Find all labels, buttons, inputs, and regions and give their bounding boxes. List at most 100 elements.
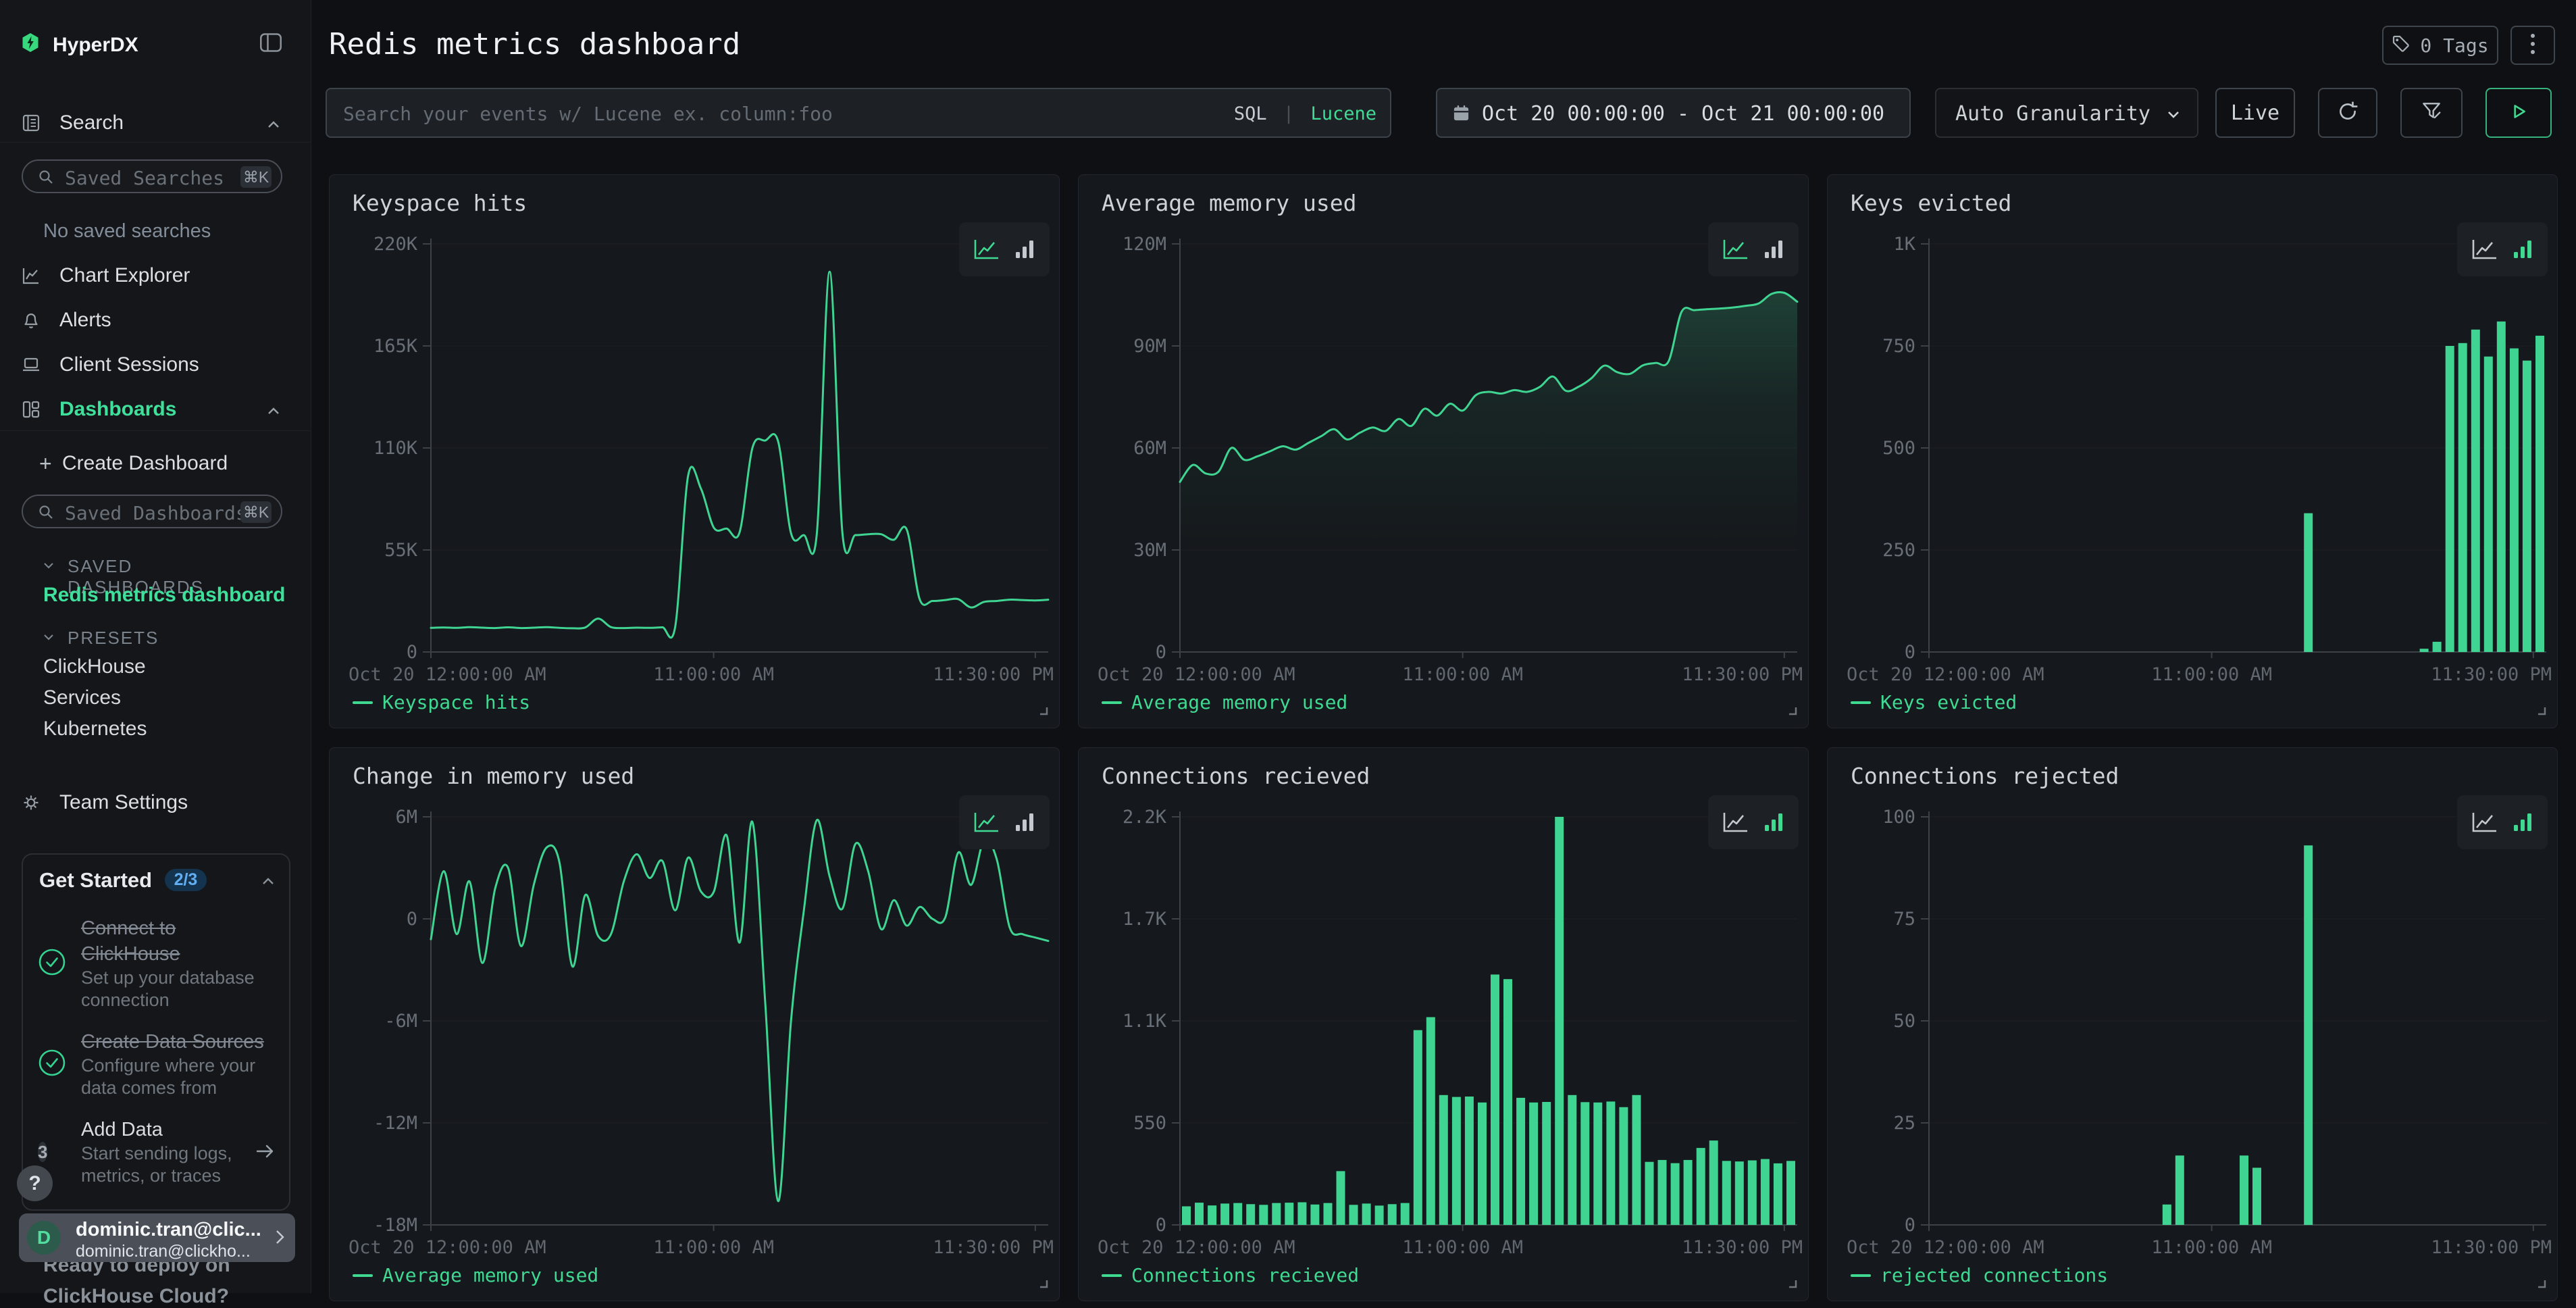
legend-dash — [1851, 701, 1871, 704]
calendar-icon — [1452, 104, 1470, 126]
sidebar-item-redis-dashboard[interactable]: Redis metrics dashboard — [43, 584, 285, 607]
svg-text:11:30:00 PM: 11:30:00 PM — [933, 664, 1054, 685]
search-section-icon — [22, 114, 41, 136]
date-range-picker[interactable]: Oct 20 00:00:00 - Oct 21 00:00:00 — [1436, 88, 1911, 138]
svg-text:11:00:00 AM: 11:00:00 AM — [1402, 664, 1523, 685]
bell-icon — [22, 311, 41, 333]
legend-dash — [1102, 701, 1122, 704]
svg-text:250: 250 — [1882, 540, 1915, 561]
resize-handle-icon[interactable] — [1037, 1278, 1050, 1290]
sidebar-item-team-settings[interactable]: Team Settings — [0, 786, 310, 819]
get-started-title: Get Started — [39, 868, 152, 892]
play-icon — [2508, 101, 2529, 125]
sidebar-item-clickhouse[interactable]: ClickHouse — [43, 655, 146, 678]
resize-handle-icon[interactable] — [1786, 1278, 1799, 1290]
resize-handle-icon[interactable] — [1037, 705, 1050, 717]
check-circle-icon — [38, 948, 68, 980]
svg-text:110K: 110K — [373, 438, 418, 459]
chart-panel-keyspace-hits: Keyspace hits 220K165K110K55K0Oct 20 12:… — [329, 174, 1060, 728]
get-started-item-connect[interactable]: Connect to ClickHouse Set up your databa… — [38, 915, 277, 1011]
line-chart-icon[interactable] — [1722, 238, 1749, 261]
search-icon — [38, 169, 54, 188]
dashboard-menu-button[interactable] — [2510, 26, 2555, 65]
svg-text:Oct 20 12:00:00 AM: Oct 20 12:00:00 AM — [349, 1237, 546, 1258]
resize-handle-icon[interactable] — [1786, 705, 1799, 717]
svg-text:25: 25 — [1893, 1113, 1915, 1134]
sidebar-item-dashboards[interactable]: Dashboards — [0, 393, 310, 426]
svg-text:-6M: -6M — [384, 1011, 417, 1032]
sidebar-item-label: Alerts — [59, 304, 111, 336]
line-chart-icon[interactable] — [973, 811, 1000, 834]
chevron-up-icon[interactable] — [262, 876, 274, 888]
resize-handle-icon[interactable] — [2535, 1278, 2548, 1290]
hyperdx-logo-icon — [22, 32, 39, 53]
chevron-down-icon — [43, 560, 54, 572]
bar-chart-icon[interactable] — [2512, 811, 2533, 834]
svg-text:165K: 165K — [373, 336, 418, 357]
line-chart-icon[interactable] — [2471, 811, 2498, 834]
help-button[interactable]: ? — [17, 1165, 53, 1201]
live-button[interactable]: Live — [2215, 88, 2295, 138]
chart-type-toggle — [1708, 222, 1799, 276]
svg-text:6M: 6M — [395, 807, 417, 828]
tags-button[interactable]: 0 Tags — [2382, 26, 2498, 65]
bar-chart-icon[interactable] — [2512, 238, 2533, 261]
resize-handle-icon[interactable] — [2535, 705, 2548, 717]
svg-text:-12M: -12M — [373, 1113, 417, 1134]
saved-searches-input[interactable]: Saved Searches ⌘K — [22, 159, 282, 193]
line-chart-icon[interactable] — [2471, 238, 2498, 261]
svg-text:120M: 120M — [1123, 234, 1166, 255]
sidebar-item-chart-explorer[interactable]: Chart Explorer — [0, 259, 310, 292]
sql-toggle[interactable]: SQL — [1234, 103, 1267, 124]
chart-panel-keys-evicted: Keys evicted 1K7505002500Oct 20 12:00:00… — [1827, 174, 2558, 728]
run-query-button[interactable] — [2485, 88, 2552, 138]
sidebar-item-kubernetes[interactable]: Kubernetes — [43, 718, 147, 740]
legend-label: Keys evicted — [1880, 691, 2017, 713]
create-dashboard-button[interactable]: + Create Dashboard — [0, 447, 310, 480]
svg-text:11:00:00 AM: 11:00:00 AM — [2151, 1237, 2272, 1258]
chart-type-toggle — [959, 795, 1050, 849]
bar-chart-icon[interactable] — [1014, 238, 1035, 261]
saved-searches-placeholder: Saved Searches — [65, 167, 224, 189]
event-search-input[interactable]: Search your events w/ Lucene ex. column:… — [326, 88, 1391, 138]
page-title: Redis metrics dashboard — [329, 27, 740, 61]
line-chart-icon[interactable] — [973, 238, 1000, 261]
sidebar-item-services[interactable]: Services — [43, 686, 121, 709]
user-name: dominic.tran@clic... — [76, 1219, 261, 1241]
chevron-down-icon — [2167, 109, 2180, 122]
refresh-button[interactable] — [2318, 88, 2377, 138]
svg-text:0: 0 — [1156, 642, 1166, 663]
get-started-item-subtitle: Start sending logs, metrics, or traces — [81, 1142, 270, 1187]
saved-dashboards-input[interactable]: Saved Dashboards ⌘K — [22, 495, 282, 528]
get-started-progress-badge: 2/3 — [165, 869, 207, 891]
line-chart-icon[interactable] — [1722, 811, 1749, 834]
svg-text:11:30:00 PM: 11:30:00 PM — [933, 1237, 1054, 1258]
chart-canvas: 120M90M60M30M0Oct 20 12:00:00 AM11:00:00… — [1079, 175, 1809, 729]
user-menu[interactable]: D dominic.tran@clic... dominic.tran@clic… — [19, 1213, 295, 1262]
legend-dash — [1851, 1274, 1871, 1277]
svg-text:1.7K: 1.7K — [1123, 909, 1167, 930]
filter-edit-button[interactable] — [2400, 88, 2463, 138]
get-started-card: Get Started 2/3 Connect to ClickHouse Se… — [22, 853, 290, 1211]
granularity-value: Auto Granularity — [1955, 102, 2150, 126]
bar-chart-icon[interactable] — [1763, 811, 1784, 834]
bar-chart-icon[interactable] — [1763, 238, 1784, 261]
granularity-select[interactable]: Auto Granularity — [1935, 88, 2198, 138]
sidebar-collapse-button[interactable] — [259, 32, 282, 56]
svg-text:11:30:00 PM: 11:30:00 PM — [2431, 1237, 2552, 1258]
sidebar-item-search[interactable]: Search — [0, 107, 310, 139]
lucene-toggle[interactable]: Lucene — [1310, 103, 1376, 124]
sidebar-item-alerts[interactable]: Alerts — [0, 304, 310, 336]
get-started-item-subtitle: Configure where your data comes from — [81, 1055, 277, 1099]
sidebar-item-client-sessions[interactable]: Client Sessions — [0, 349, 310, 381]
legend-label: Average memory used — [382, 1264, 598, 1286]
svg-text:Oct 20 12:00:00 AM: Oct 20 12:00:00 AM — [1847, 1237, 2044, 1258]
user-email: dominic.tran@clickho... — [76, 1242, 251, 1261]
chart-title: Keys evicted — [1851, 190, 2011, 216]
chart-legend: rejected connections — [1851, 1264, 2108, 1286]
get-started-item-sources[interactable]: Create Data Sources Configure where your… — [38, 1029, 277, 1099]
chart-panel-connections-rejected: Connections rejected 1007550250Oct 20 12… — [1827, 747, 2558, 1301]
bar-chart-icon[interactable] — [1014, 811, 1035, 834]
get-started-item-subtitle: Set up your database connection — [81, 967, 277, 1011]
get-started-item-add-data[interactable]: 3 Add Data Start sending logs, metrics, … — [38, 1117, 277, 1187]
